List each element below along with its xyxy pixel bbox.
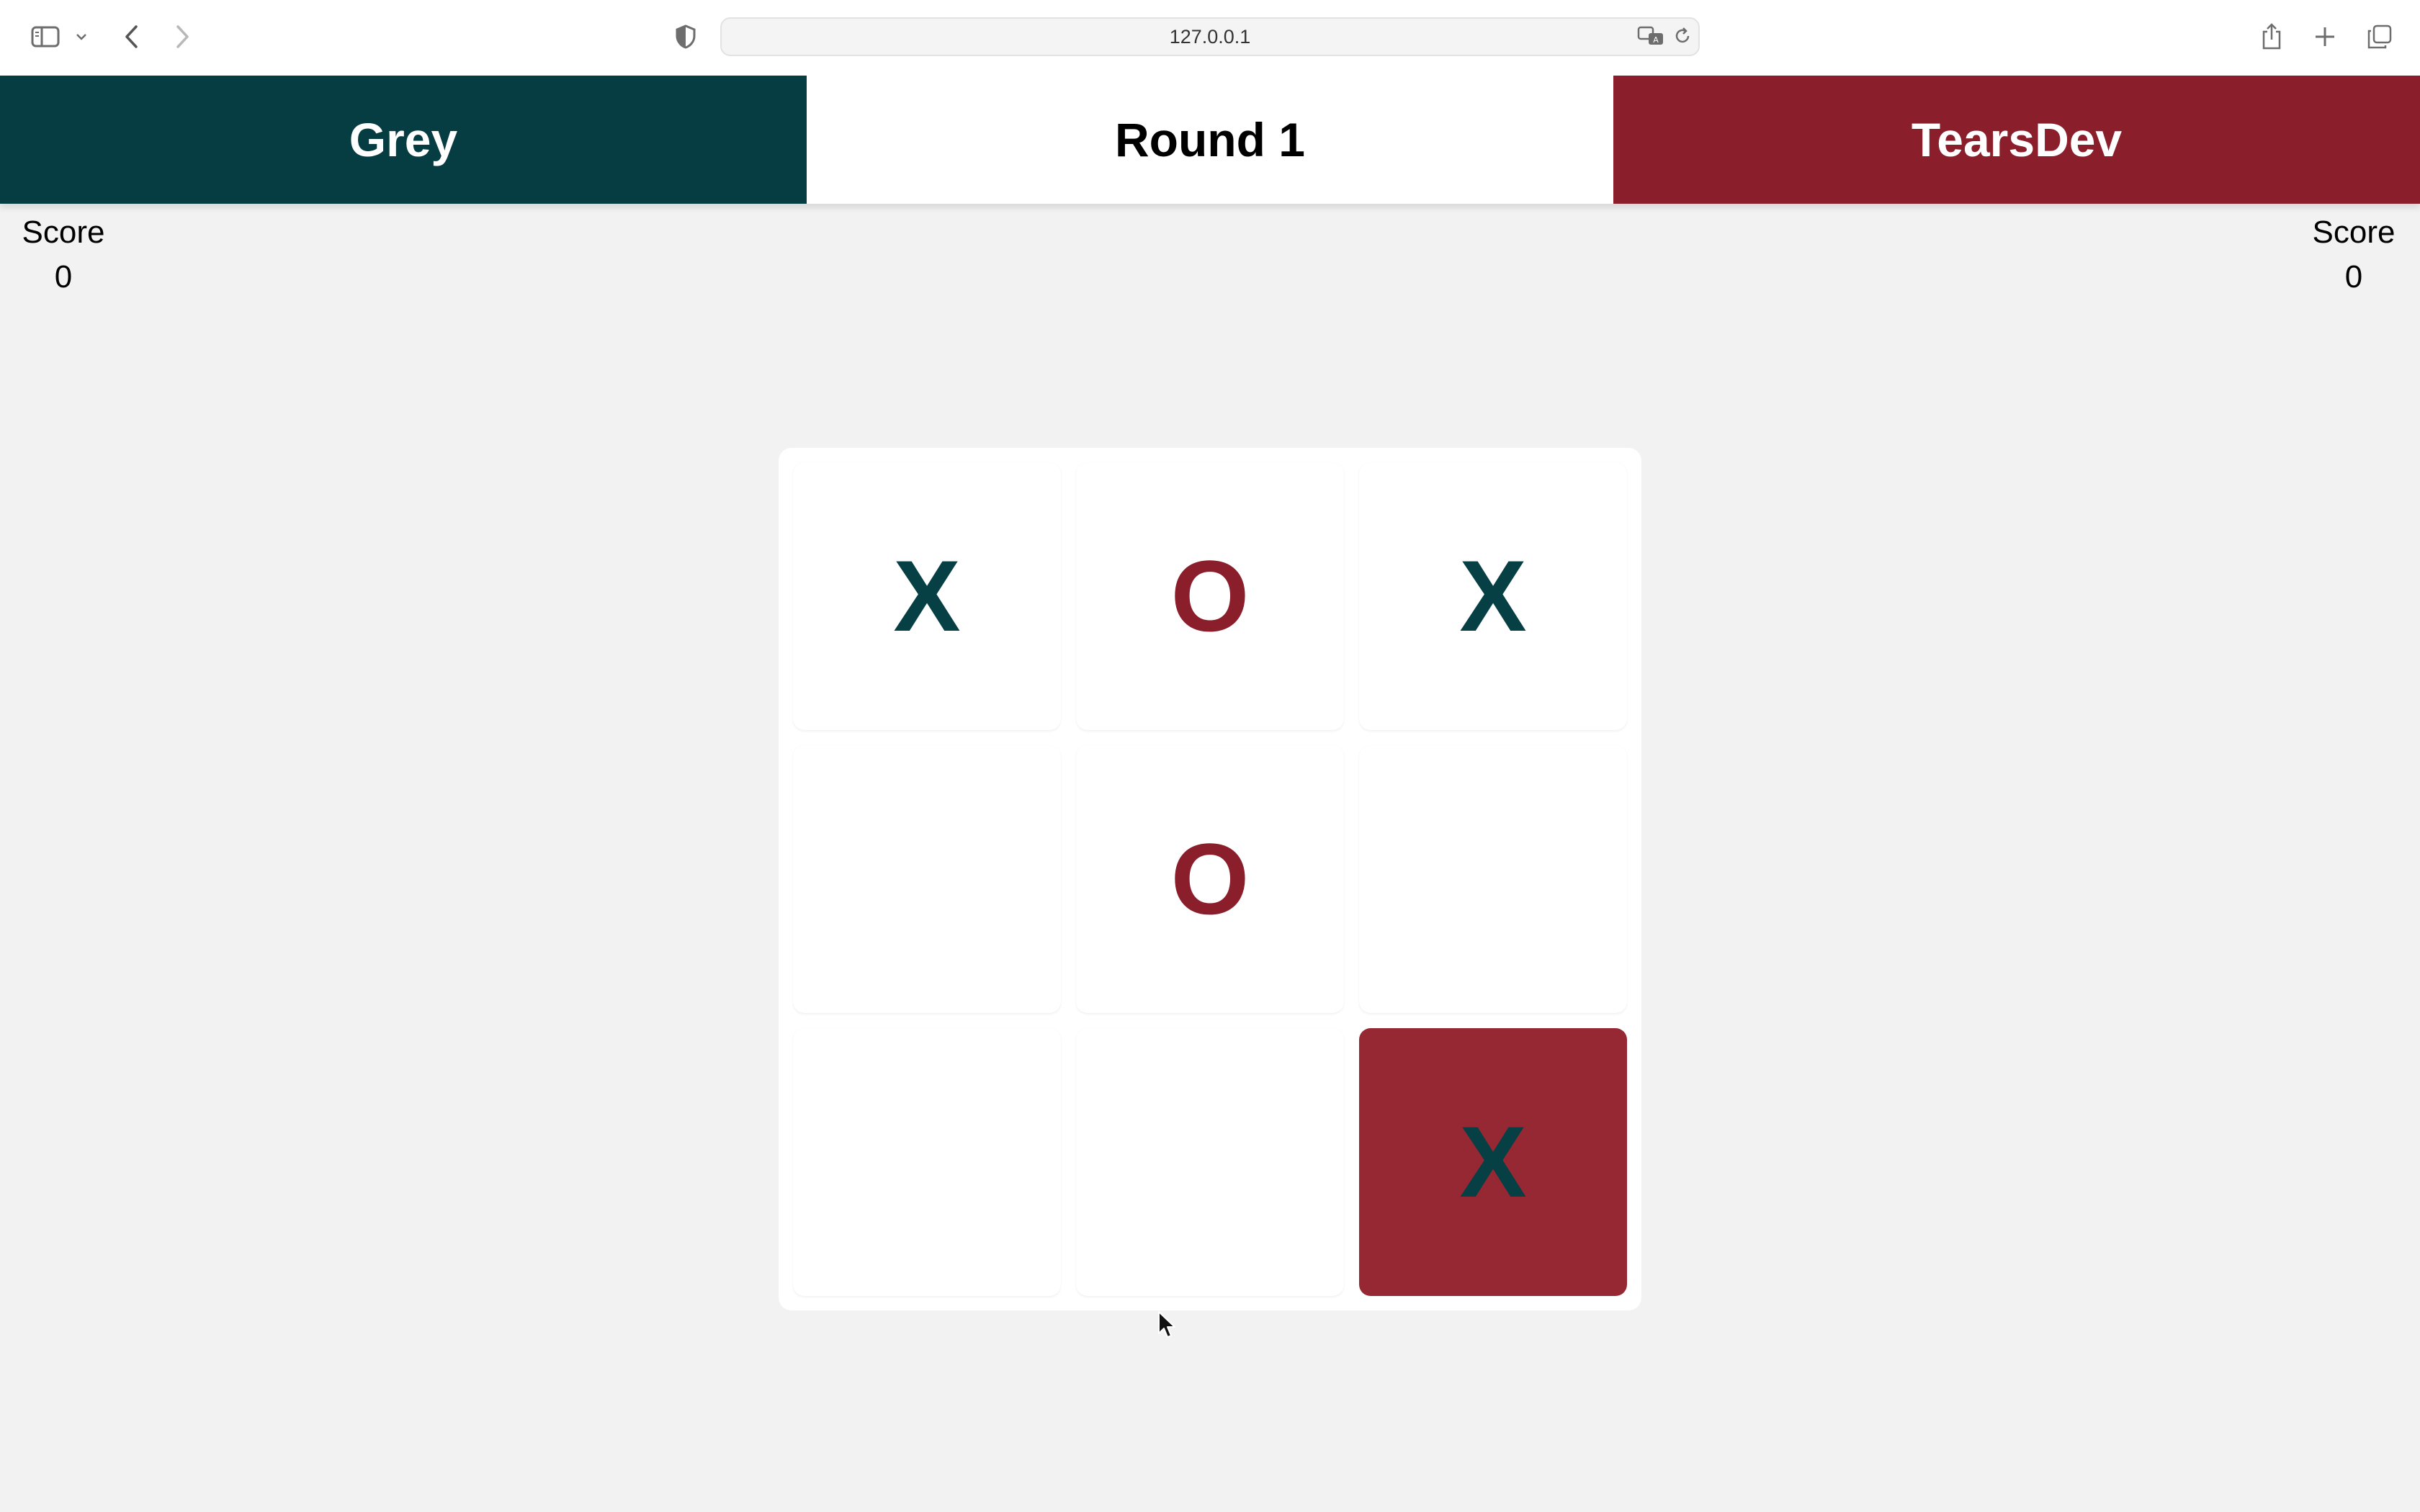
url-text: 127.0.0.1 <box>1169 25 1251 48</box>
share-icon[interactable] <box>2251 17 2292 56</box>
board-cell[interactable]: X <box>1359 462 1627 730</box>
player1-name: Grey <box>0 76 807 204</box>
sidebar-icon[interactable] <box>26 17 65 56</box>
board-cell[interactable] <box>1359 745 1627 1013</box>
address-bar[interactable]: 127.0.0.1 <box>720 17 1700 56</box>
mouse-cursor-icon <box>1157 1310 1178 1339</box>
score-value: 0 <box>54 259 73 294</box>
shield-icon[interactable] <box>666 17 705 56</box>
player1-score: Score 0 <box>0 210 135 300</box>
plus-icon[interactable] <box>2305 17 2345 56</box>
board-cell[interactable]: X <box>1359 1028 1627 1296</box>
board-cell[interactable] <box>1076 1028 1344 1296</box>
reload-icon[interactable] <box>1668 22 1697 50</box>
translate-icon[interactable]: A <box>1635 22 1667 50</box>
board-cell[interactable] <box>793 745 1061 1013</box>
browser-toolbar: 127.0.0.1 A <box>0 0 2420 76</box>
svg-text:A: A <box>1653 35 1659 45</box>
board-cell[interactable]: X <box>793 462 1061 730</box>
tabs-overview-icon[interactable] <box>2360 17 2400 56</box>
board-cell[interactable]: O <box>1076 462 1344 730</box>
player2-score: Score 0 <box>2282 210 2420 300</box>
round-label: Round 1 <box>807 76 1613 204</box>
score-value: 0 <box>2344 259 2363 294</box>
game-header: Grey Round 1 TearsDev <box>0 76 2420 204</box>
chevron-right-icon[interactable] <box>164 17 200 56</box>
chevron-left-icon[interactable] <box>114 17 150 56</box>
board-cell[interactable]: O <box>1076 745 1344 1013</box>
chevron-down-icon[interactable] <box>69 17 94 56</box>
score-label: Score <box>2312 215 2396 250</box>
player2-name: TearsDev <box>1613 76 2420 204</box>
board-cell[interactable] <box>793 1028 1061 1296</box>
game-board: X O X O X <box>779 448 1641 1310</box>
score-label: Score <box>22 215 105 250</box>
